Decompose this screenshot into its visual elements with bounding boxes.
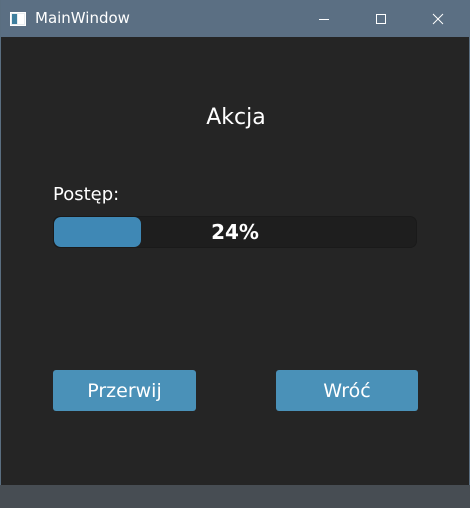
maximize-icon	[375, 13, 387, 25]
title-bar[interactable]: MainWindow	[1, 0, 470, 37]
minimize-button[interactable]	[301, 0, 347, 37]
maximize-button[interactable]	[358, 0, 404, 37]
progress-bar: 24%	[53, 216, 417, 248]
minimize-icon	[318, 13, 330, 25]
progress-value: 24%	[211, 220, 259, 244]
page-title: Akcja	[206, 105, 266, 130]
window-title: MainWindow	[35, 9, 130, 27]
progress-label: Postęp:	[53, 184, 120, 205]
abort-button[interactable]: Przerwij	[53, 370, 196, 411]
taskbar-strip	[0, 485, 470, 508]
app-window-icon	[10, 11, 26, 26]
close-icon	[432, 13, 444, 25]
back-button[interactable]: Wróć	[276, 370, 418, 411]
close-button[interactable]	[415, 0, 461, 37]
main-window: MainWindow Akcja Postęp: 24% Przerwij Wr…	[0, 0, 470, 485]
